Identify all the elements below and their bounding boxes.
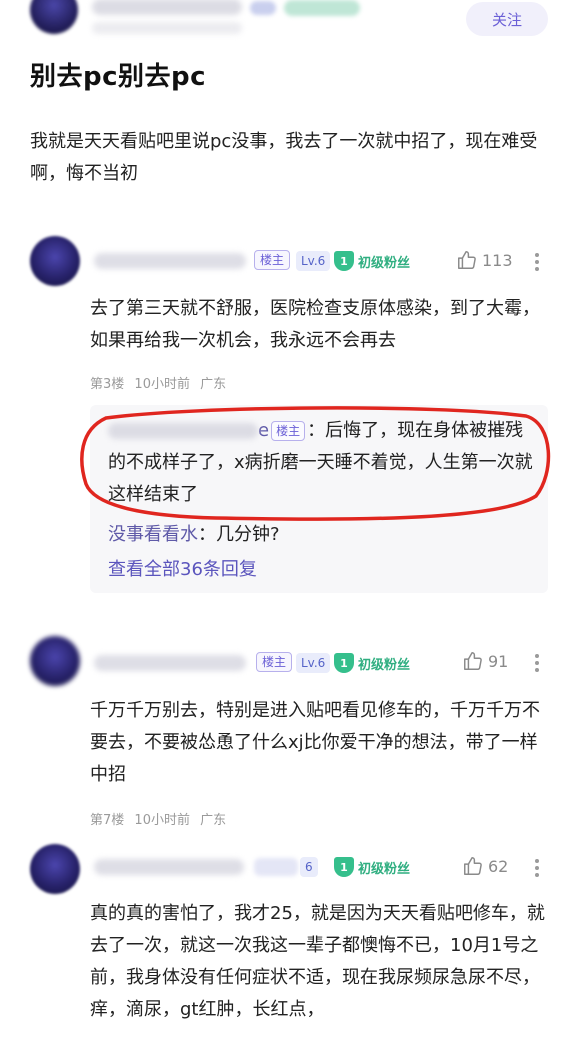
post-time: 10小时前 [134, 377, 190, 392]
avatar[interactable] [30, 636, 80, 686]
view-all-replies-link[interactable]: 查看全部36条回复 [108, 555, 257, 581]
level-badge: Lv.6 [296, 653, 331, 673]
other-reply-text: ：几分钟? [198, 524, 280, 545]
owner-tag: 楼主 [254, 250, 291, 270]
more-options-icon[interactable] [532, 250, 542, 274]
author-fan-badge-blurred [284, 0, 360, 16]
badge-blurred [254, 858, 298, 876]
author-meta-blurred [92, 22, 242, 34]
fan-badge: 1 初级粉丝 [334, 653, 410, 673]
reply-username[interactable]: 没事看看水 [108, 524, 198, 545]
floor-number: 第3楼 [90, 377, 125, 392]
author-name-blurred[interactable] [92, 0, 242, 15]
fan-shield-icon: 1 [334, 653, 354, 673]
more-options-icon[interactable] [532, 856, 542, 880]
author-badge-blurred [250, 1, 276, 15]
comment-meta: 第7楼 10小时前 广东 [90, 809, 232, 828]
more-options-icon[interactable] [532, 651, 542, 675]
fan-badge: 1 初级粉丝 [334, 251, 410, 271]
reply-username-suffix[interactable]: e [258, 420, 269, 441]
fan-badge: 1 初级粉丝 [334, 857, 410, 877]
post-title: 别去pc别去pc [30, 62, 207, 92]
like-count: 91 [488, 651, 509, 671]
reply-username-blurred[interactable] [108, 423, 258, 439]
fan-shield-icon: 1 [334, 251, 354, 271]
like-count: 62 [488, 856, 509, 876]
post-author-bar: 关注 [0, 0, 580, 48]
fan-label: 初级粉丝 [358, 255, 411, 271]
comment-text: 去了第三天就不舒服，医院检查支原体感染，到了大霉，如果再给我一次机会，我永远不会… [90, 298, 540, 351]
level-badge: Lv.6 [296, 251, 331, 271]
like-button[interactable]: 91 [462, 650, 508, 672]
thumbs-up-icon [464, 857, 482, 875]
like-button[interactable]: 113 [456, 249, 513, 271]
like-button[interactable]: 62 [462, 855, 508, 877]
thumbs-up-icon [464, 652, 482, 670]
post-body: 我就是天天看贴吧里说pc没事，我去了一次就中招了，现在难受啊，悔不当初 [30, 131, 538, 184]
other-reply: 没事看看水：几分钟? [108, 519, 538, 551]
fan-label: 初级粉丝 [358, 861, 411, 877]
username-blurred[interactable] [94, 859, 244, 875]
like-count: 113 [482, 250, 513, 270]
thumbs-up-icon [458, 251, 476, 269]
username-blurred[interactable] [94, 655, 246, 671]
owner-reply: e 楼主 ：后悔了，现在身体被摧残的不成样子了，x病折磨一天睡不着觉，人生第一次就这… [108, 415, 538, 511]
comment-text: 真的真的害怕了，我才25，就是因为天天看贴吧修车，就去了一次，就这一次我这一辈子… [90, 903, 545, 1020]
location: 广东 [200, 377, 227, 392]
follow-button[interactable]: 关注 [466, 2, 548, 36]
avatar[interactable] [30, 236, 80, 286]
level-badge: 6 [300, 857, 318, 877]
post-time: 10小时前 [134, 813, 190, 828]
reply-box: e 楼主 ：后悔了，现在身体被摧残的不成样子了，x病折磨一天睡不着觉，人生第一次就这… [90, 405, 548, 593]
avatar[interactable] [30, 844, 80, 894]
floor-number: 第7楼 [90, 813, 125, 828]
location: 广东 [200, 813, 227, 828]
fan-label: 初级粉丝 [358, 657, 411, 673]
comment-meta: 第3楼 10小时前 广东 [90, 373, 232, 392]
fan-shield-icon: 1 [334, 857, 354, 877]
username-blurred[interactable] [94, 253, 246, 269]
reply-owner-tag: 楼主 [271, 421, 306, 441]
comment-text: 千万千万别去，特别是进入贴吧看见修车的，千万千万不要去，不要被怂恿了什么xj比你… [90, 700, 540, 785]
author-avatar[interactable] [30, 0, 78, 34]
owner-tag: 楼主 [256, 652, 293, 672]
